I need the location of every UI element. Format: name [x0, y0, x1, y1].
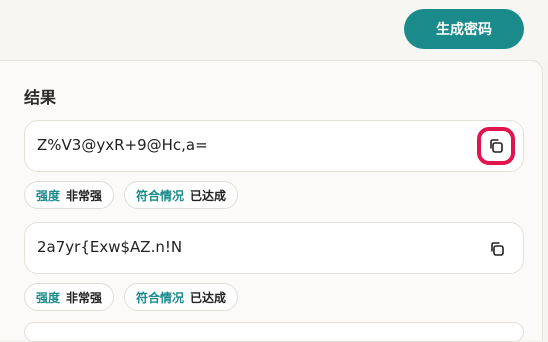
strength-label: 强度 — [36, 188, 61, 203]
result-1-tags: 强度 非常强 符合情况 已达成 — [24, 181, 239, 209]
compliance-label: 符合情况 — [136, 188, 185, 203]
password-text[interactable]: Z%V3@yxR+9@Hc,a= — [37, 136, 208, 154]
compliance-value: 已达成 — [190, 188, 227, 203]
password-result-1: Z%V3@yxR+9@Hc,a= — [24, 120, 524, 172]
copy-button[interactable] — [477, 127, 515, 165]
copy-button[interactable] — [483, 235, 511, 263]
top-bar: 生成密码 — [0, 0, 548, 60]
strength-value: 非常强 — [66, 290, 103, 305]
copy-icon — [490, 139, 503, 153]
strength-value: 非常强 — [66, 188, 103, 203]
compliance-value: 已达成 — [190, 290, 227, 305]
password-result-2: 2a7yr{Exw$AZ.n!N — [24, 222, 524, 274]
generate-password-button[interactable]: 生成密码 — [404, 9, 524, 49]
copy-icon — [491, 242, 504, 256]
compliance-label: 符合情况 — [136, 290, 185, 305]
strength-badge: 强度 非常强 — [24, 283, 115, 311]
strength-badge: 强度 非常强 — [24, 181, 115, 209]
compliance-badge: 符合情况 已达成 — [124, 181, 239, 209]
compliance-badge: 符合情况 已达成 — [124, 283, 239, 311]
results-title: 结果 — [24, 88, 57, 107]
result-2-tags: 强度 非常强 符合情况 已达成 — [24, 283, 239, 311]
password-result-3-partial — [24, 322, 524, 342]
strength-label: 强度 — [36, 290, 61, 305]
password-text[interactable]: 2a7yr{Exw$AZ.n!N — [37, 238, 182, 256]
